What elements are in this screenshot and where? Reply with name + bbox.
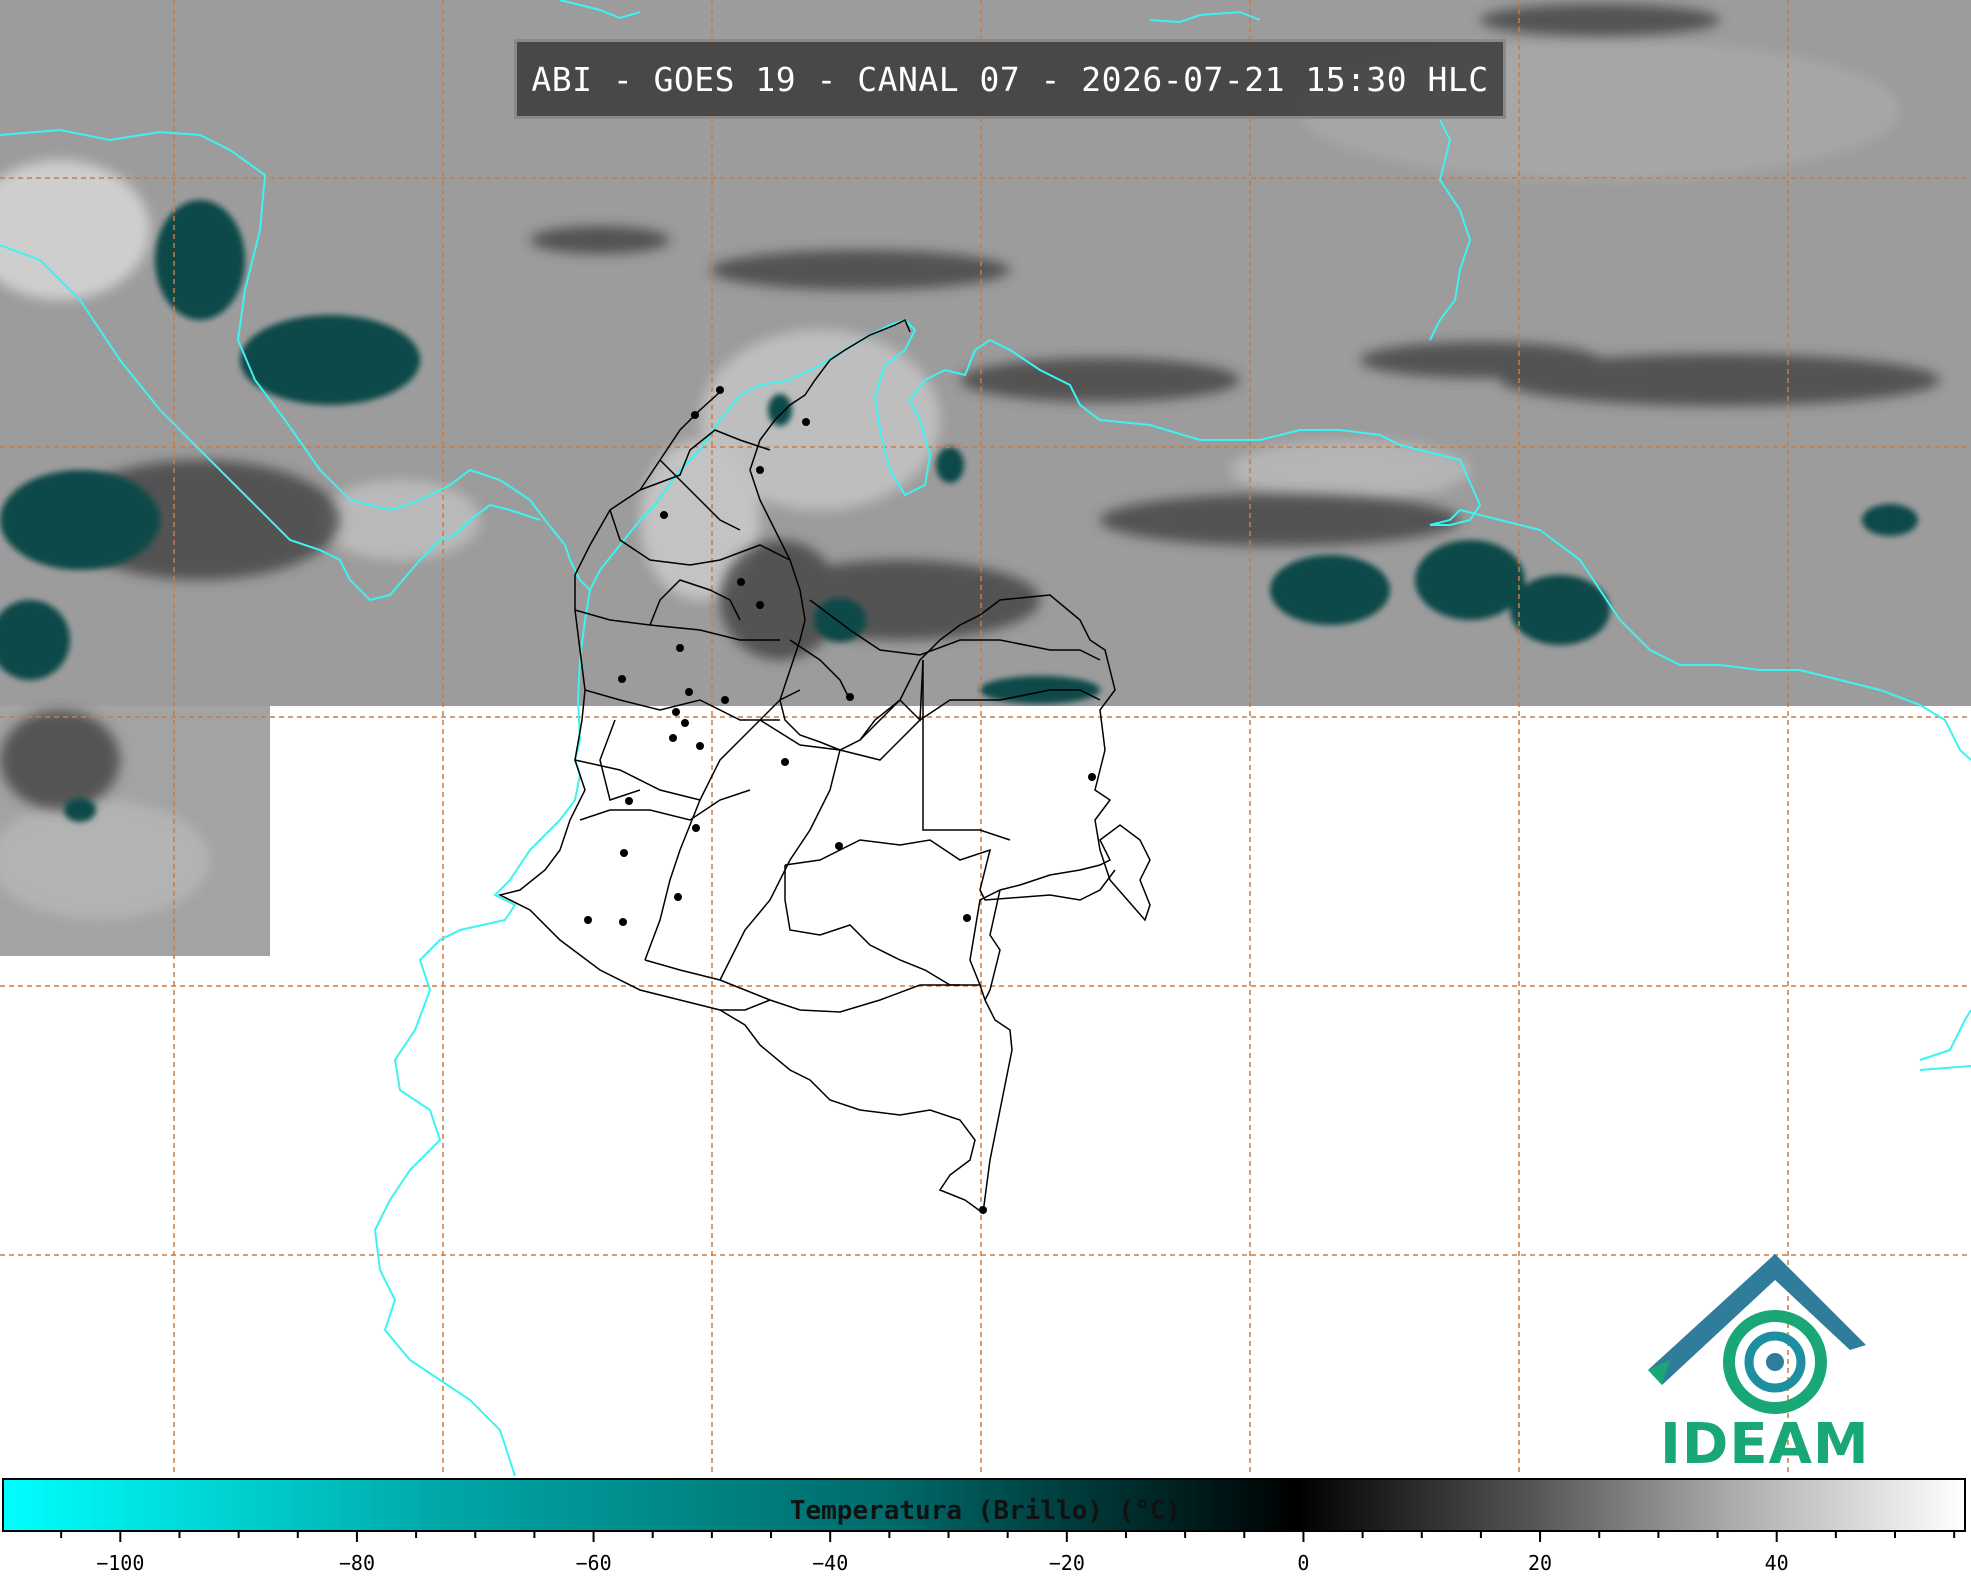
colorbar-label: Temperatura (Brillo) (°C) bbox=[789, 1496, 1182, 1526]
colorbar-ticks: −100 −80 −60 −40 −20 0 20 40 bbox=[60, 1532, 1956, 1575]
colorbar-tick-label: 0 bbox=[1297, 1551, 1309, 1575]
logo-text: IDEAM bbox=[1660, 1412, 1870, 1477]
colorbar-tick-label: 40 bbox=[1765, 1551, 1789, 1575]
map-title: ABI - GOES 19 - CANAL 07 - 2026-07-21 15… bbox=[514, 39, 1506, 119]
colorbar-tick-label: 20 bbox=[1528, 1551, 1552, 1575]
satellite-imagery bbox=[0, 0, 1971, 1577]
colorbar-tick-label: −40 bbox=[812, 1551, 848, 1575]
colorbar-tick-label: −60 bbox=[576, 1551, 612, 1575]
satellite-map bbox=[0, 0, 1971, 1577]
colorbar: Temperatura (Brillo) (°C) −100 −80 −60 −40−… bbox=[0, 1476, 1971, 1577]
colorbar-tick-label: −20 bbox=[1049, 1551, 1085, 1575]
colorbar-tick-label: −100 bbox=[96, 1551, 144, 1575]
colorbar-tick-label: −80 bbox=[339, 1551, 375, 1575]
